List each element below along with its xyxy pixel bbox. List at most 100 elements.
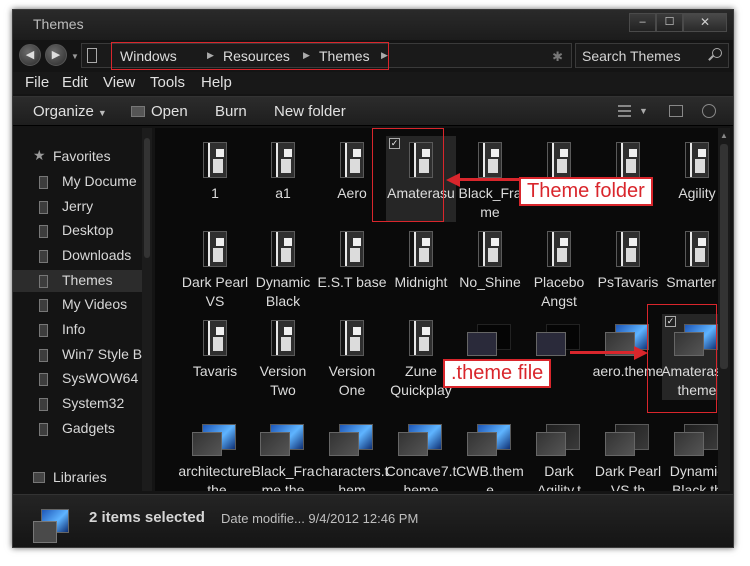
menu-bar: File Edit View Tools Help (13, 72, 733, 94)
address-bar[interactable]: Windows ▶ Resources ▶ Themes ▶ ✱ (81, 42, 572, 70)
chevron-right-icon[interactable]: ▶ (381, 50, 388, 61)
star-icon: ★ (33, 147, 46, 163)
folder-item[interactable]: Midnight (386, 225, 456, 311)
folder-item[interactable]: Version One (317, 314, 387, 400)
folder-item[interactable]: Agility (662, 136, 718, 222)
sidebar-favorites[interactable]: ★ Favorites (13, 146, 143, 168)
sidebar-item-jerry[interactable]: Jerry (13, 196, 143, 218)
refresh-icon[interactable]: ✱ (552, 49, 563, 65)
folder-item[interactable]: Placebo Angst (524, 225, 594, 311)
recent-pages-icon[interactable]: ▼ (71, 52, 79, 61)
menu-tools[interactable]: Tools (150, 74, 185, 91)
file-name: E.S.T base (317, 274, 387, 290)
folder-item[interactable]: No_Shine (455, 225, 525, 311)
menu-view[interactable]: View (103, 74, 135, 91)
forward-button[interactable]: ▶ (45, 44, 67, 66)
folder-icon (616, 231, 640, 267)
folder-icon (340, 320, 364, 356)
chevron-right-icon[interactable]: ▶ (207, 50, 214, 61)
maximize-button[interactable]: ☐ (656, 13, 683, 32)
theme-thumbnail-icon (329, 424, 373, 458)
new-folder-button[interactable]: New folder (274, 103, 346, 120)
file-name: Placebo Angst (533, 274, 585, 309)
sidebar-scroll-thumb[interactable] (144, 138, 150, 258)
theme-file-item[interactable]: Concave7.theme (386, 414, 456, 491)
open-button[interactable]: Open (151, 103, 188, 120)
folder-icon (271, 142, 295, 178)
preview-pane-icon[interactable] (669, 105, 683, 117)
breadcrumb-resources[interactable]: Resources (223, 48, 290, 64)
sidebar-group-label: Favorites (53, 148, 111, 164)
file-list-scrollbar[interactable]: ▲ (718, 128, 730, 491)
chevron-right-icon[interactable]: ▶ (303, 50, 310, 61)
folder-icon (409, 320, 433, 356)
theme-thumbnail-icon (674, 424, 718, 458)
sidebar-item-label: Info (62, 321, 86, 337)
folder-item[interactable]: Version Two (248, 314, 318, 400)
search-input[interactable]: Search Themes (582, 48, 681, 64)
help-icon[interactable] (702, 104, 716, 118)
theme-file-item[interactable]: Dark Pearl VS.th (593, 414, 663, 491)
file-name: 1 (211, 185, 219, 201)
theme-file-item[interactable]: architecture.the (178, 414, 252, 491)
sidebar-item-syswow64[interactable]: SysWOW64 (13, 368, 143, 390)
theme-file-callout: .theme file (443, 359, 552, 388)
breadcrumb-windows[interactable]: Windows (120, 48, 177, 64)
views-icon[interactable] (618, 105, 631, 117)
folder-icon (203, 231, 227, 267)
breadcrumb-themes[interactable]: Themes (319, 48, 370, 64)
sidebar-scrollbar[interactable] (142, 128, 152, 491)
sidebar-item-label: Desktop (62, 222, 114, 238)
folder-item[interactable]: E.S.T base (317, 225, 387, 311)
file-name: Concave7.theme (385, 463, 457, 491)
search-box[interactable]: Search Themes (575, 43, 729, 68)
menu-edit[interactable]: Edit (62, 74, 88, 91)
theme-file-item[interactable]: CWB.theme (455, 414, 525, 491)
folder-item[interactable]: Dark Pearl VS (180, 225, 250, 311)
theme-file-item[interactable]: Dark Agility.t (524, 414, 594, 491)
sidebar-item-win7-style[interactable]: Win7 Style B (13, 344, 143, 366)
sidebar-item-my-videos[interactable]: My Videos (13, 294, 143, 316)
file-list-scroll-thumb[interactable] (720, 144, 728, 369)
folder-icon (39, 201, 48, 214)
close-button[interactable]: ✕ (683, 13, 727, 32)
file-name: Black_Frame (458, 185, 522, 220)
folder-item[interactable]: Smarter 7 (662, 225, 718, 311)
chevron-down-icon[interactable]: ▼ (639, 106, 648, 116)
folder-item[interactable]: 1 (180, 136, 250, 222)
theme-file-item[interactable]: Black_Frame.the (248, 414, 318, 491)
theme-file-highlight (647, 304, 717, 413)
file-name: characters.them (315, 463, 389, 491)
theme-thumbnail-icon (467, 324, 511, 358)
sidebar-item-label: Gadgets (62, 420, 115, 436)
burn-button[interactable]: Burn (215, 103, 247, 120)
folder-icon (340, 231, 364, 267)
sidebar-libraries[interactable]: Libraries (13, 467, 143, 489)
folder-item[interactable]: Tavaris (180, 314, 250, 400)
file-name: CWB.theme (456, 463, 524, 491)
back-button[interactable]: ◀ (19, 44, 41, 66)
folder-item[interactable]: a1 (248, 136, 318, 222)
sidebar-item-desktop[interactable]: Desktop (13, 220, 143, 242)
sidebar-item-themes[interactable]: Themes (13, 270, 143, 292)
menu-file[interactable]: File (25, 74, 49, 91)
minimize-button[interactable]: – (629, 13, 656, 32)
scroll-up-icon[interactable]: ▲ (720, 131, 728, 140)
sidebar-item-downloads[interactable]: Downloads (13, 245, 143, 267)
folder-item[interactable]: PsTavaris (593, 225, 663, 311)
command-bar: Organize ▼ Open Burn New folder ▼ (13, 96, 733, 126)
theme-file-item[interactable]: characters.them (315, 414, 389, 491)
menu-help[interactable]: Help (201, 74, 232, 91)
file-name: Dark Pearl VS (181, 274, 249, 309)
navigation-pane: ★ Favorites My Docume Jerry Desktop Down… (13, 128, 153, 491)
sidebar-item-info[interactable]: Info (13, 319, 143, 341)
folder-item[interactable]: Dynamic Black (248, 225, 318, 311)
sidebar-item-gadgets[interactable]: Gadgets (13, 418, 143, 440)
organize-button[interactable]: Organize ▼ (33, 103, 107, 120)
folder-icon (87, 48, 97, 63)
sidebar-item-label: System32 (62, 395, 125, 411)
theme-file-item[interactable]: Dynamic Black.th (662, 414, 718, 491)
folder-icon (685, 142, 709, 178)
sidebar-item-my-documents[interactable]: My Docume (13, 171, 143, 193)
sidebar-item-system32[interactable]: System32 (13, 393, 143, 415)
